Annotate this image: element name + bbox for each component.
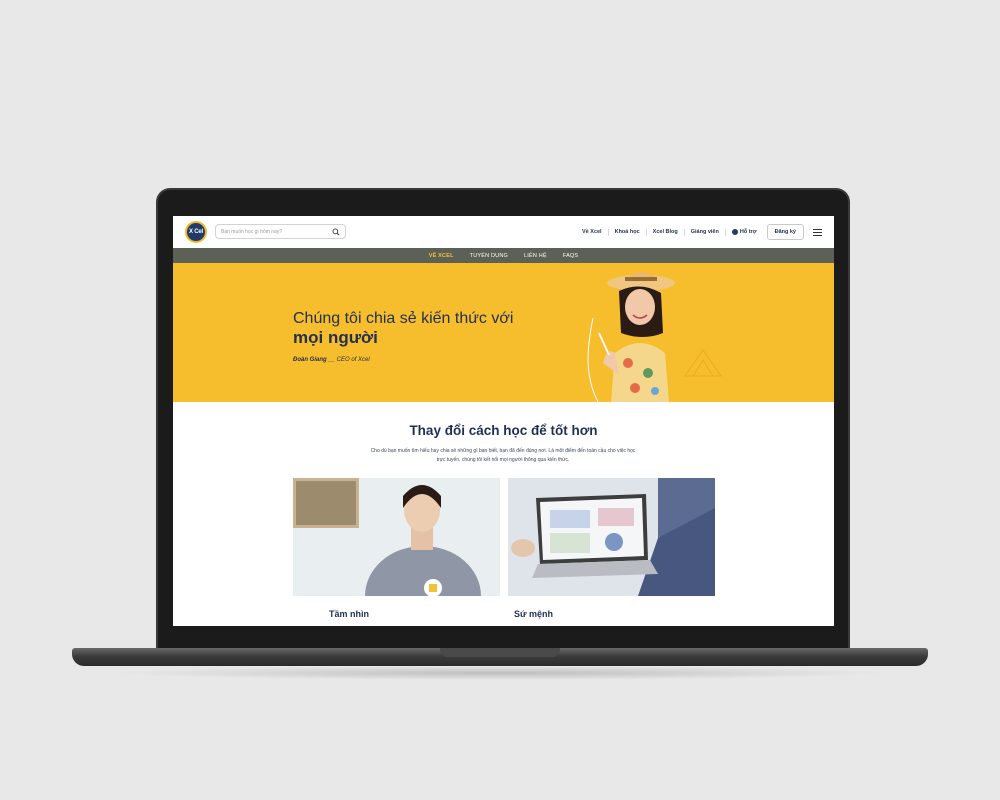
chat-icon: [731, 229, 738, 235]
signup-button[interactable]: Đăng ký: [766, 224, 804, 240]
decorative-triangle-pattern: [684, 349, 722, 377]
vision-title: Tầm nhìn: [329, 609, 369, 619]
ceo-role: __ CEO of Xcel: [328, 357, 370, 363]
nav-khoa-hoc[interactable]: Khoá học: [609, 228, 647, 236]
nav-giang-vien[interactable]: Giảng viên: [685, 228, 726, 236]
mission-photo: [508, 478, 715, 596]
mission-image: [508, 478, 715, 596]
nav-ve-xcel[interactable]: Về Xcel: [576, 228, 609, 236]
search-input[interactable]: Bạn muốn học gì hôm nay?: [221, 229, 332, 235]
hero-caption: Đoàn Giang __ CEO of Xcel: [293, 357, 370, 363]
hamburger-menu-icon[interactable]: [813, 228, 822, 236]
laptop-notch: [440, 648, 560, 657]
subnav-ve-xcel[interactable]: VỀ XCEL: [429, 253, 454, 259]
hero-banner: Chúng tôi chia sẻ kiến thức với mọi ngườ…: [173, 263, 834, 402]
nav-xcel-blog[interactable]: Xcel Blog: [647, 228, 685, 236]
laptop-shadow: [110, 666, 890, 680]
search-box[interactable]: Bạn muốn học gì hôm nay?: [215, 224, 346, 239]
support-label: Hỗ trợ: [739, 228, 757, 235]
xcel-logo[interactable]: X Cel: [185, 221, 207, 243]
subnav-tuyen-dung[interactable]: TUYỂN DỤNG: [470, 253, 508, 259]
search-icon[interactable]: [332, 228, 340, 236]
hero-title-highlight: mọi người: [293, 328, 378, 347]
ceo-name: Đoàn Giang: [293, 357, 327, 363]
main-nav: Về Xcel Khoá học Xcel Blog Giảng viên Hỗ…: [576, 216, 822, 248]
sub-nav: VỀ XCEL TUYỂN DỤNG LIÊN HỆ FAQS: [173, 248, 834, 263]
browser-screen: X Cel Bạn muốn học gì hôm nay? Về Xcel K…: [173, 216, 834, 626]
mission-title: Sứ mệnh: [514, 609, 554, 619]
nav-support[interactable]: Hỗ trợ: [726, 229, 763, 236]
hero-title: Chúng tôi chia sẻ kiến thức với: [293, 310, 514, 327]
section-title: Thay đổi cách học để tốt hơn: [409, 423, 598, 438]
top-header: X Cel Bạn muốn học gì hôm nay? Về Xcel K…: [173, 216, 834, 248]
vision-image: [293, 478, 500, 596]
subnav-lien-he[interactable]: LIÊN HỆ: [524, 253, 547, 259]
subnav-faqs[interactable]: FAQS: [563, 253, 578, 259]
vision-photo: [293, 478, 500, 596]
ceo-photo: [587, 271, 675, 402]
section-description: Cho dù bạn muốn tìm hiểu hay chia sẻ nhữ…: [370, 448, 636, 463]
